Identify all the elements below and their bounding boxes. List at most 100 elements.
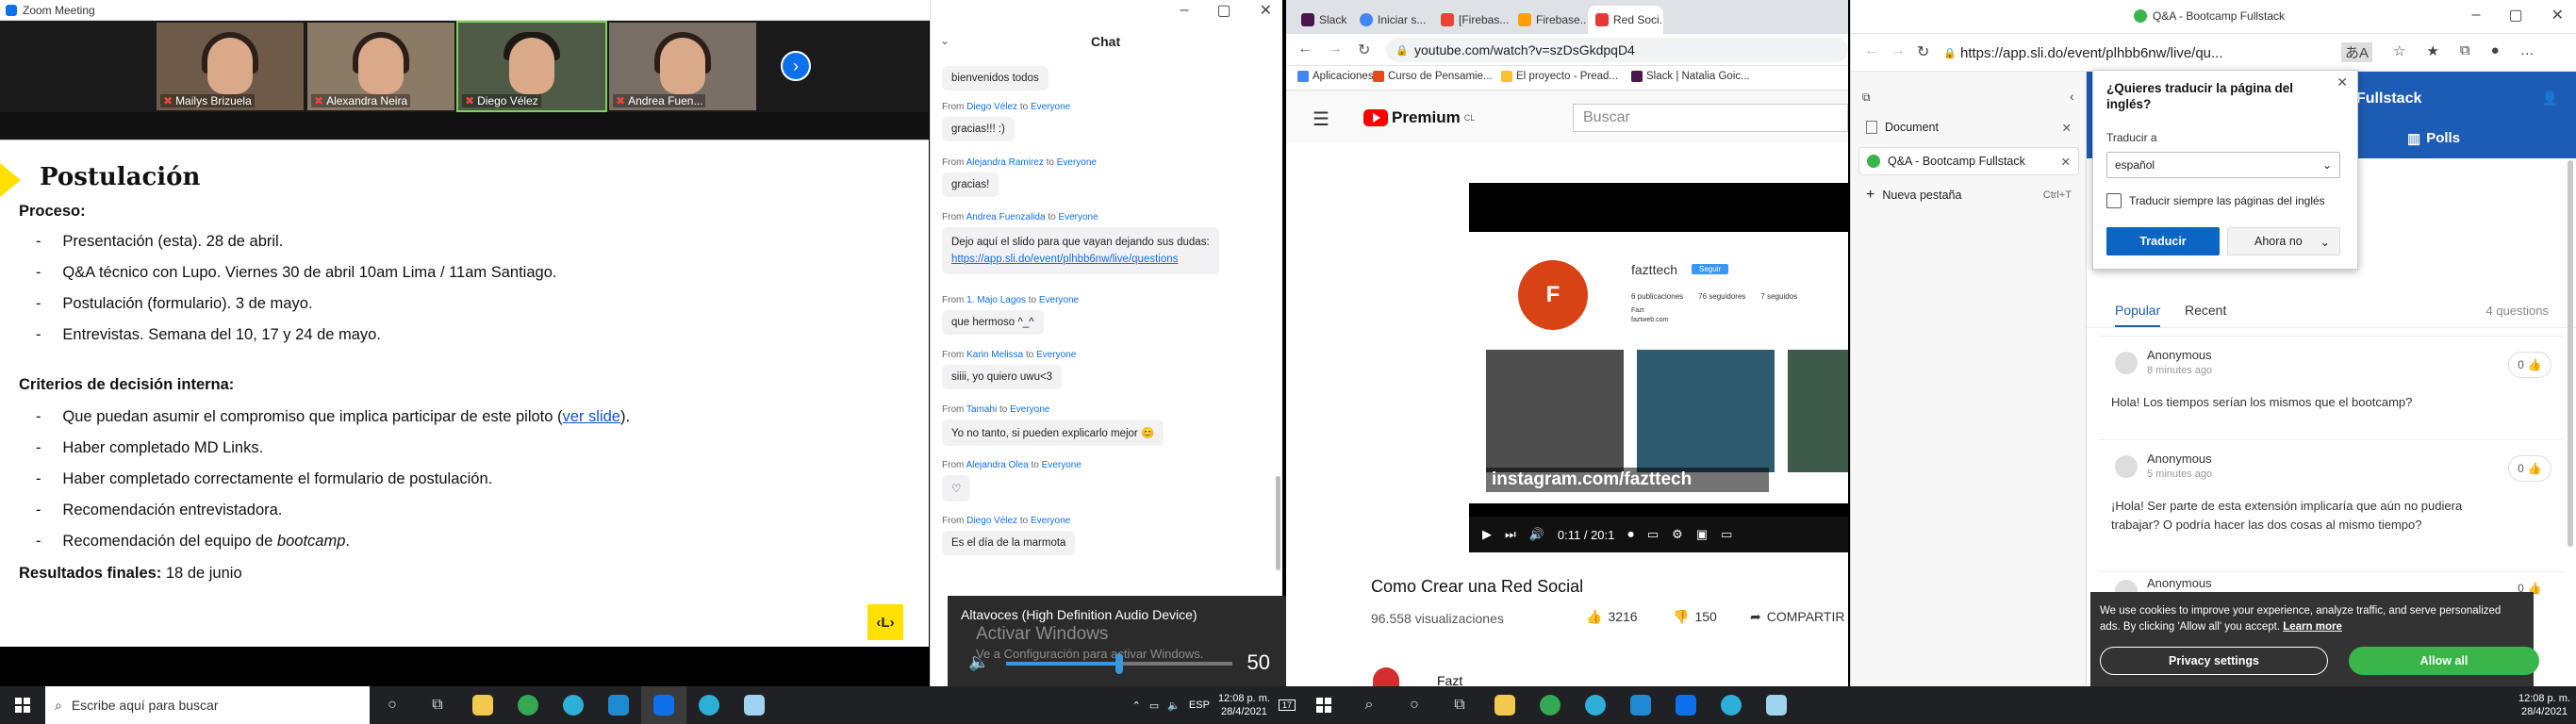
- video-player[interactable]: F fazttech Seguir 6 publicaciones 76 seg…: [1469, 183, 1848, 552]
- slido-link[interactable]: https://app.sli.do/event/plhbb6nw/live/q…: [951, 254, 1178, 265]
- windows-start-icon[interactable]: [0, 686, 45, 724]
- windows-start-icon[interactable]: [1301, 686, 1346, 724]
- collapse-panel-icon[interactable]: ‹: [2070, 89, 2074, 104]
- chrome-icon[interactable]: [1527, 686, 1573, 724]
- youtube-search-input[interactable]: Buscar: [1573, 104, 1848, 132]
- miniplayer-icon[interactable]: ▣: [1696, 527, 1708, 542]
- theater-icon[interactable]: ▭: [1721, 527, 1732, 542]
- more-icon[interactable]: …: [2520, 42, 2535, 62]
- vscode-icon[interactable]: [596, 686, 641, 724]
- channel-avatar[interactable]: [1373, 667, 1399, 686]
- user-icon[interactable]: 👤: [2542, 90, 2558, 107]
- chrome-address-bar[interactable]: 🔒 youtube.com/watch?v=szDsGkdpqD4: [1386, 38, 1848, 62]
- collections-icon[interactable]: ⧉: [2460, 42, 2470, 62]
- close-icon[interactable]: ✕: [2337, 74, 2348, 90]
- bookmark-apps[interactable]: Aplicaciones: [1297, 71, 1374, 82]
- chat-scrollbar[interactable]: [1276, 476, 1280, 570]
- vscode-icon[interactable]: [1618, 686, 1663, 724]
- chrome-tab[interactable]: [Firebas...: [1433, 6, 1509, 34]
- profile-icon[interactable]: ●: [2491, 42, 2500, 62]
- file-explorer-icon[interactable]: [1482, 686, 1527, 724]
- always-translate-checkbox[interactable]: Traducir siempre las páginas del inglés: [2106, 193, 2325, 208]
- autoplay-toggle[interactable]: ⏺: [1627, 527, 1634, 542]
- ver-slide-link[interactable]: ver slide: [563, 408, 620, 425]
- participant-tile-active[interactable]: ✖ Diego Vélez: [456, 21, 607, 112]
- vertical-tab[interactable]: Document ✕: [1858, 113, 2079, 141]
- translate-button[interactable]: Traducir: [2106, 227, 2220, 255]
- forward-icon[interactable]: →: [1891, 42, 1906, 59]
- maximize-icon[interactable]: ▢: [2508, 6, 2522, 25]
- edge-icon[interactable]: [1709, 686, 1754, 724]
- minimize-icon[interactable]: –: [2472, 7, 2481, 24]
- edge-icon[interactable]: [1573, 686, 1618, 724]
- tab-popular[interactable]: Popular: [2115, 303, 2161, 327]
- notifications-icon[interactable]: 17: [1278, 699, 1296, 711]
- close-tab-icon[interactable]: ✕: [2062, 121, 2072, 135]
- language-select[interactable]: español ⌄: [2106, 152, 2340, 178]
- like-button[interactable]: 0 👍: [2508, 352, 2551, 378]
- not-now-button[interactable]: Ahora no ⌄: [2227, 227, 2340, 255]
- participant-tile[interactable]: ✖ Alexandra Neira: [307, 23, 454, 110]
- forward-icon[interactable]: →: [1328, 41, 1343, 58]
- chrome-tab[interactable]: Iniciar s...: [1352, 6, 1431, 34]
- speaker-icon[interactable]: 🔈: [1167, 699, 1181, 712]
- tab-actions-icon[interactable]: ⧉: [1862, 90, 1871, 105]
- network-icon[interactable]: ▭: [1149, 699, 1159, 712]
- dislike-button[interactable]: 👎 150: [1673, 609, 1717, 625]
- next-page-button[interactable]: ›: [781, 51, 811, 81]
- volume-slider-thumb[interactable]: [1115, 653, 1123, 674]
- checkbox[interactable]: [2106, 193, 2122, 208]
- settings-icon[interactable]: ⚙: [1672, 527, 1683, 542]
- page-scrollbar[interactable]: [2568, 160, 2573, 547]
- chevron-up-icon[interactable]: ⌃: [1132, 699, 1141, 712]
- volume-slider[interactable]: [1006, 653, 1232, 674]
- close-tab-icon[interactable]: ✕: [2061, 155, 2071, 169]
- play-icon[interactable]: ▶: [1482, 527, 1492, 542]
- chrome-icon[interactable]: [505, 686, 551, 724]
- edge-address-bar[interactable]: 🔒 https://app.sli.do/event/plhbb6nw/live…: [1941, 40, 2334, 66]
- cortana-icon[interactable]: ○: [1392, 686, 1437, 724]
- allow-all-button[interactable]: Allow all: [2349, 647, 2539, 675]
- like-button[interactable]: 0 👍: [2508, 455, 2551, 482]
- bookmark[interactable]: El proyecto - Pread...: [1501, 71, 1618, 82]
- cortana-icon[interactable]: ○: [370, 686, 415, 724]
- vertical-tab-active[interactable]: Q&A - Bootcamp Fullstack ✕: [1858, 147, 2079, 175]
- zoom-taskbar-icon[interactable]: [1663, 686, 1709, 724]
- file-explorer-icon[interactable]: [460, 686, 505, 724]
- polls-tab[interactable]: ▥ Polls: [2407, 130, 2460, 147]
- notes-app-icon[interactable]: [732, 686, 777, 724]
- chrome-tab-active[interactable]: Red Soci...: [1588, 6, 1663, 34]
- notes-app-icon[interactable]: [1754, 686, 1799, 724]
- back-icon[interactable]: ←: [1297, 41, 1313, 58]
- search-icon[interactable]: ⌕: [1346, 686, 1392, 724]
- privacy-settings-button[interactable]: Privacy settings: [2100, 647, 2328, 675]
- new-tab-button[interactable]: + Nueva pestaña Ctrl+T: [1858, 181, 2079, 209]
- volume-icon[interactable]: 🔊: [1529, 527, 1544, 542]
- menu-icon[interactable]: ☰: [1313, 107, 1329, 131]
- maximize-icon[interactable]: ▢: [1216, 1, 1230, 20]
- zoom-taskbar-icon[interactable]: [641, 686, 686, 724]
- close-icon[interactable]: ✕: [1260, 1, 1272, 20]
- favorites-icon[interactable]: ★: [2426, 42, 2438, 62]
- close-icon[interactable]: ✕: [2551, 6, 2564, 25]
- bookmark[interactable]: Slack | Natalia Goic...: [1631, 71, 1750, 82]
- task-view-icon[interactable]: ⧉: [415, 686, 460, 724]
- learn-more-link[interactable]: Learn more: [2283, 621, 2342, 633]
- back-icon[interactable]: ←: [1864, 42, 1879, 59]
- language-indicator[interactable]: ESP: [1189, 699, 1210, 711]
- reload-icon[interactable]: ↻: [1917, 42, 1929, 61]
- participant-tile[interactable]: ✖ Mailys Brizuela: [157, 23, 304, 110]
- taskbar-search-input[interactable]: ⌕ Escribe aquí para buscar: [45, 686, 370, 724]
- like-button[interactable]: 👍 3216: [1586, 609, 1638, 625]
- chevron-down-icon[interactable]: ⌄: [940, 34, 949, 47]
- bookmark[interactable]: Curso de Pensamie...: [1373, 71, 1493, 82]
- chrome-tab[interactable]: Slack | N...: [1294, 6, 1348, 34]
- edge-icon[interactable]: [551, 686, 596, 724]
- share-button[interactable]: ➦ COMPARTIR: [1750, 609, 1844, 625]
- translate-icon[interactable]: あA: [2341, 42, 2373, 62]
- minimize-icon[interactable]: –: [1181, 2, 1189, 19]
- speaker-icon[interactable]: 🔈: [968, 652, 989, 672]
- next-icon[interactable]: ⏭: [1505, 527, 1516, 542]
- clock[interactable]: 12:08 p. m. 28/4/2021: [2518, 692, 2570, 718]
- task-view-icon[interactable]: ⧉: [1437, 686, 1482, 724]
